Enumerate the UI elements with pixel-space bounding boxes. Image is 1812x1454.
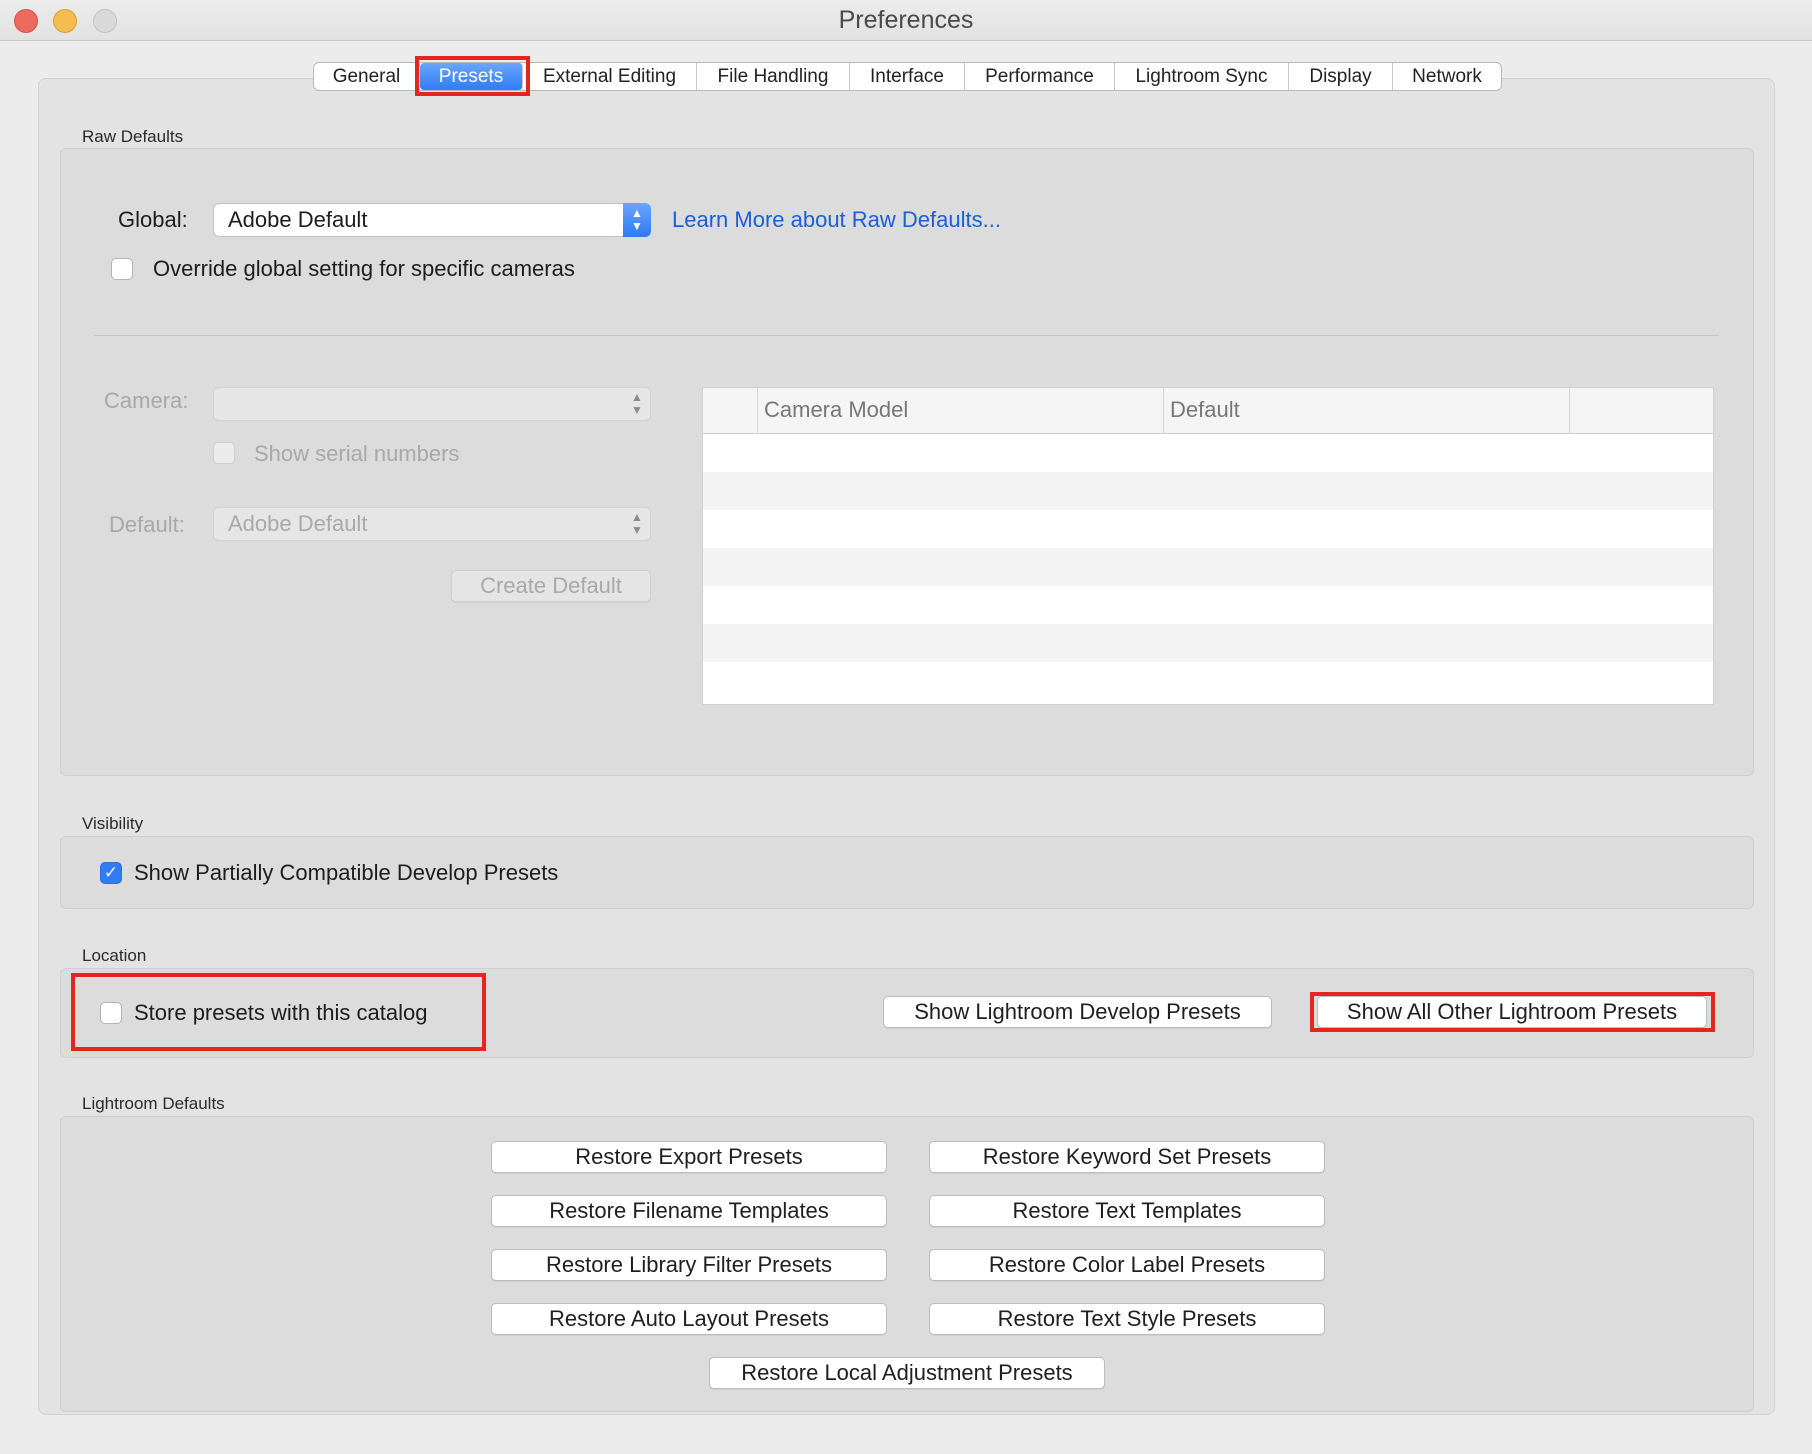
show-serial-checkbox[interactable] bbox=[213, 442, 235, 464]
default-label: Default: bbox=[109, 512, 185, 537]
column-default[interactable]: Default bbox=[1163, 388, 1569, 434]
default-popup-value: Adobe Default bbox=[228, 511, 368, 536]
visibility-label: Visibility bbox=[82, 814, 144, 833]
title-bar: Preferences bbox=[0, 0, 1812, 41]
global-label: Global: bbox=[118, 207, 188, 232]
table-row bbox=[703, 510, 1713, 548]
chevron-up-down-icon: ▲ ▼ bbox=[631, 390, 643, 417]
default-popup[interactable]: Adobe Default ▲ ▼ bbox=[213, 507, 651, 541]
restore-text-templates-button[interactable]: Restore Text Templates bbox=[929, 1195, 1325, 1227]
table-row bbox=[703, 548, 1713, 586]
chevron-up-down-icon: ▲ ▼ bbox=[623, 203, 651, 237]
restore-auto-layout-presets-button[interactable]: Restore Auto Layout Presets bbox=[491, 1303, 887, 1335]
tab-file-handling[interactable]: File Handling bbox=[697, 63, 850, 90]
location-label: Location bbox=[82, 946, 147, 965]
column-camera-model[interactable]: Camera Model bbox=[757, 388, 1163, 434]
camera-popup[interactable]: ▲ ▼ bbox=[213, 387, 651, 421]
table-row bbox=[703, 586, 1713, 624]
lightroom-defaults-label: Lightroom Defaults bbox=[82, 1094, 225, 1113]
restore-export-presets-button[interactable]: Restore Export Presets bbox=[491, 1141, 887, 1173]
override-checkbox[interactable] bbox=[111, 258, 133, 280]
camera-defaults-table: Camera Model Default bbox=[702, 387, 1714, 705]
column-empty bbox=[1569, 388, 1713, 434]
table-row bbox=[703, 624, 1713, 662]
show-serial-label: Show serial numbers bbox=[254, 441, 460, 466]
restore-local-adjustment-presets-button[interactable]: Restore Local Adjustment Presets bbox=[709, 1357, 1105, 1389]
tab-display[interactable]: Display bbox=[1289, 63, 1393, 90]
show-all-presets-highlight bbox=[1310, 992, 1715, 1032]
window-title: Preferences bbox=[838, 6, 974, 34]
raw-defaults-label: Raw Defaults bbox=[82, 127, 184, 146]
tab-external-editing[interactable]: External Editing bbox=[523, 63, 697, 90]
global-popup[interactable]: Adobe Default ▲ ▼ bbox=[213, 203, 651, 237]
table-row bbox=[703, 662, 1713, 700]
override-label: Override global setting for specific cam… bbox=[153, 256, 575, 281]
restore-filename-templates-button[interactable]: Restore Filename Templates bbox=[491, 1195, 887, 1227]
create-default-button[interactable]: Create Default bbox=[451, 570, 651, 602]
camera-label: Camera: bbox=[104, 388, 189, 413]
show-partial-checkbox[interactable]: ✓ bbox=[100, 862, 122, 884]
tab-general[interactable]: General bbox=[314, 63, 420, 90]
tab-performance[interactable]: Performance bbox=[965, 63, 1115, 90]
tab-lightroom-sync[interactable]: Lightroom Sync bbox=[1115, 63, 1289, 90]
presets-tab-highlight bbox=[415, 56, 530, 96]
chevron-up-down-icon: ▲ ▼ bbox=[631, 510, 643, 537]
global-popup-value: Adobe Default bbox=[228, 207, 368, 232]
learn-more-link[interactable]: Learn More about Raw Defaults... bbox=[672, 207, 1001, 233]
restore-library-filter-presets-button[interactable]: Restore Library Filter Presets bbox=[491, 1249, 887, 1281]
table-row bbox=[703, 434, 1713, 472]
store-presets-highlight bbox=[71, 973, 486, 1051]
show-partial-label: Show Partially Compatible Develop Preset… bbox=[134, 860, 559, 885]
restore-keyword-set-presets-button[interactable]: Restore Keyword Set Presets bbox=[929, 1141, 1325, 1173]
table-header: Camera Model Default bbox=[703, 388, 1713, 434]
table-row bbox=[703, 472, 1713, 510]
raw-defaults-divider bbox=[94, 335, 1719, 336]
show-develop-presets-button[interactable]: Show Lightroom Develop Presets bbox=[883, 996, 1272, 1028]
restore-color-label-presets-button[interactable]: Restore Color Label Presets bbox=[929, 1249, 1325, 1281]
tab-network[interactable]: Network bbox=[1393, 63, 1501, 90]
restore-text-style-presets-button[interactable]: Restore Text Style Presets bbox=[929, 1303, 1325, 1335]
tab-interface[interactable]: Interface bbox=[850, 63, 965, 90]
